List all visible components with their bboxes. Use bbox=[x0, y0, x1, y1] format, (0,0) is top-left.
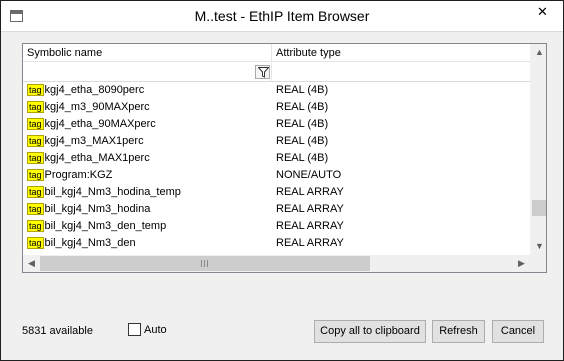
symbolic-name-text: bil_kgj4_Nm3_den_temp bbox=[44, 220, 167, 232]
scroll-down-button[interactable]: ▼ bbox=[531, 238, 546, 255]
symbolic-name-cell: tag kgj4_m3_90MAXperc bbox=[23, 99, 272, 116]
column-header-symbolic-name[interactable]: Symbolic name bbox=[23, 44, 272, 62]
item-table: Symbolic name Attribute type tag kgj4_eth… bbox=[22, 43, 547, 273]
scroll-grip-icon bbox=[201, 260, 208, 267]
tag-icon: tag bbox=[27, 152, 44, 164]
table-row[interactable]: tag kgj4_etha_8090perc REAL (4B) bbox=[23, 82, 530, 99]
attribute-type-cell: REAL ARRAY bbox=[276, 252, 530, 254]
symbolic-name-cell: tag kgj4_etha_8090perc bbox=[23, 82, 272, 99]
auto-checkbox-box[interactable] bbox=[128, 323, 141, 336]
tag-icon: tag bbox=[27, 220, 44, 232]
filter-icon[interactable] bbox=[255, 65, 270, 79]
table-row[interactable]: tag bil_kgj4_Nm3_den REAL ARRAY bbox=[23, 235, 530, 252]
vertical-scroll-thumb[interactable] bbox=[532, 200, 546, 216]
attribute-type-cell: REAL (4B) bbox=[276, 152, 329, 164]
table-row[interactable]: tagbil_kgj4_Nm3_mesic_temp REAL ARRAY bbox=[23, 252, 530, 254]
copy-all-to-clipboard-button[interactable]: Copy all to clipboard bbox=[314, 320, 426, 343]
symbolic-name-text: kgj4_etha_MAX1perc bbox=[44, 152, 150, 164]
tag-icon: tag bbox=[27, 84, 44, 96]
auto-checkbox[interactable]: Auto bbox=[128, 323, 167, 337]
table-row[interactable]: tag bil_kgj4_Nm3_den_temp REAL ARRAY bbox=[23, 218, 530, 235]
symbolic-name-filter-input[interactable] bbox=[23, 63, 272, 82]
symbolic-name-text: bil_kgj4_Nm3_den bbox=[44, 237, 136, 249]
auto-checkbox-label: Auto bbox=[144, 324, 167, 336]
symbolic-name-cell: tag Program:KGZ bbox=[23, 167, 272, 184]
attribute-type-cell: REAL ARRAY bbox=[276, 203, 344, 215]
attribute-type-cell: REAL ARRAY bbox=[276, 186, 344, 198]
symbolic-name-cell: tag kgj4_etha_90MAXperc bbox=[23, 116, 272, 133]
symbolic-name-text: kgj4_etha_8090perc bbox=[44, 84, 145, 96]
tag-icon: tag bbox=[27, 169, 44, 181]
table-header: Symbolic name Attribute type bbox=[23, 44, 530, 62]
column-header-attribute-type[interactable]: Attribute type bbox=[272, 44, 530, 62]
attribute-type-cell: REAL (4B) bbox=[276, 118, 329, 130]
available-count: 5831 available bbox=[22, 325, 93, 337]
tag-icon: tag bbox=[27, 186, 44, 198]
table-row[interactable]: tag Program:KGZ NONE/AUTO bbox=[23, 167, 530, 184]
table-row[interactable]: tag kgj4_m3_MAX1perc REAL (4B) bbox=[23, 133, 530, 150]
symbolic-name-text: kgj4_m3_MAX1perc bbox=[44, 135, 144, 147]
scroll-left-button[interactable]: ◀ bbox=[23, 255, 40, 272]
symbolic-name-cell: tag kgj4_m3_MAX1perc bbox=[23, 133, 272, 150]
attribute-type-cell: NONE/AUTO bbox=[276, 169, 342, 181]
attribute-type-cell: REAL ARRAY bbox=[276, 220, 344, 232]
dialog-content: Symbolic name Attribute type tag kgj4_eth… bbox=[2, 33, 562, 360]
table-row[interactable]: tag bil_kgj4_Nm3_hodina_temp REAL ARRAY bbox=[23, 184, 530, 201]
attribute-type-cell: REAL (4B) bbox=[276, 135, 329, 147]
table-row[interactable]: tag bil_kgj4_Nm3_hodina REAL ARRAY bbox=[23, 201, 530, 218]
horizontal-scroll-thumb[interactable] bbox=[40, 256, 370, 271]
vertical-scrollbar[interactable]: ▲ ▼ bbox=[530, 44, 546, 255]
tag-icon: tag bbox=[27, 118, 44, 130]
table-row[interactable]: tag kgj4_etha_MAX1perc REAL (4B) bbox=[23, 150, 530, 167]
symbolic-name-text: bil_kgj4_Nm3_hodina bbox=[44, 203, 151, 215]
symbolic-name-text: bil_kgj4_Nm3_hodina_temp bbox=[44, 186, 181, 198]
title-bar[interactable]: M..test - EthIP Item Browser ✕ bbox=[1, 1, 563, 32]
symbolic-name-cell: tag bil_kgj4_Nm3_hodina bbox=[23, 201, 272, 218]
symbolic-name-text: kgj4_etha_90MAXperc bbox=[44, 118, 156, 130]
table-row[interactable]: tag kgj4_m3_90MAXperc REAL (4B) bbox=[23, 99, 530, 116]
symbolic-name-cell: tag kgj4_etha_MAX1perc bbox=[23, 150, 272, 167]
attribute-type-cell: REAL ARRAY bbox=[276, 237, 344, 249]
cancel-button[interactable]: Cancel bbox=[492, 320, 544, 343]
filter-row bbox=[23, 63, 530, 82]
symbolic-name-text: kgj4_m3_90MAXperc bbox=[44, 101, 150, 113]
scroll-up-button[interactable]: ▲ bbox=[531, 44, 546, 61]
tag-icon: tag bbox=[27, 135, 44, 147]
tag-icon: tag bbox=[27, 101, 44, 113]
symbolic-name-cell: tag bil_kgj4_Nm3_hodina_temp bbox=[23, 184, 272, 201]
attribute-type-cell: REAL (4B) bbox=[276, 101, 329, 113]
tag-icon: tag bbox=[27, 203, 44, 215]
symbolic-name-text: Program:KGZ bbox=[44, 169, 113, 181]
attribute-type-cell: REAL (4B) bbox=[276, 84, 329, 96]
table-row[interactable]: tag kgj4_etha_90MAXperc REAL (4B) bbox=[23, 116, 530, 133]
horizontal-scrollbar[interactable]: ◀ ▶ bbox=[23, 255, 530, 272]
symbolic-name-cell: tag bil_kgj4_Nm3_den_temp bbox=[23, 218, 272, 235]
refresh-button[interactable]: Refresh bbox=[432, 320, 485, 343]
close-button[interactable]: ✕ bbox=[522, 1, 563, 23]
item-browser-window: M..test - EthIP Item Browser ✕ Symbolic … bbox=[0, 0, 564, 361]
table-body: tag kgj4_etha_8090perc REAL (4B) tag kgj4_m3… bbox=[23, 82, 530, 254]
scroll-right-button[interactable]: ▶ bbox=[513, 255, 530, 272]
scrollbar-corner bbox=[530, 255, 546, 272]
symbolic-name-cell: tag bil_kgj4_Nm3_den bbox=[23, 235, 272, 252]
window-title: M..test - EthIP Item Browser bbox=[194, 8, 370, 24]
symbolic-name-cell: tagbil_kgj4_Nm3_mesic_temp bbox=[23, 252, 272, 254]
tag-icon: tag bbox=[27, 237, 44, 249]
attribute-type-filter-input[interactable] bbox=[272, 63, 530, 82]
